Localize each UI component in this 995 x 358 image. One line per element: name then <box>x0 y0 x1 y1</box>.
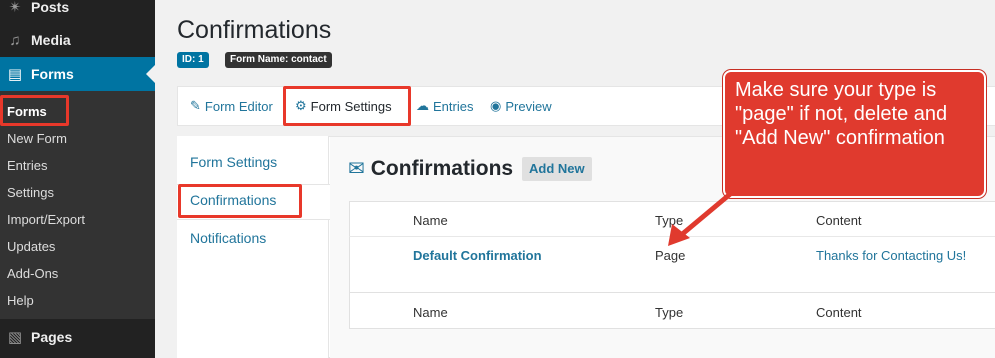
menu-pages-label: Pages <box>31 329 73 345</box>
current-menu-arrow <box>146 65 155 83</box>
footer-separator <box>349 292 995 293</box>
column-header-content[interactable]: Content <box>816 213 862 228</box>
submenu-item-import-export[interactable]: Import/Export <box>7 212 85 227</box>
confirmation-content: Thanks for Contacting Us! <box>816 248 967 263</box>
envelope-icon: ✉ <box>348 158 365 180</box>
toolbar-preview-label: Preview <box>505 98 552 114</box>
form-id-badge: ID: 1 <box>177 52 209 68</box>
section-title: ✉ Confirmations <box>348 156 513 181</box>
pin-icon: ✴ <box>8 0 22 16</box>
subnav-item-form-settings[interactable]: Form Settings <box>190 154 277 170</box>
forms-icon: ▤ <box>7 66 23 83</box>
submenu-item-settings[interactable]: Settings <box>7 185 54 200</box>
highlight-form-settings <box>283 86 411 126</box>
menu-media-label: Media <box>31 32 71 48</box>
eye-icon: ◉ <box>490 98 502 113</box>
menu-pages[interactable]: ▧ Pages <box>0 320 155 354</box>
menu-posts-label: Posts <box>31 0 70 15</box>
confirmation-name-link[interactable]: Default Confirmation <box>413 248 542 263</box>
form-name-badge: Form Name: contact <box>225 52 332 68</box>
menu-media[interactable]: ♫ Media <box>0 23 155 57</box>
submenu-item-add-ons[interactable]: Add-Ons <box>7 266 58 281</box>
toolbar-form-editor-label: Form Editor <box>204 98 273 114</box>
toolbar-preview[interactable]: ◉ Preview <box>490 98 552 114</box>
column-footer-type[interactable]: Type <box>655 305 683 320</box>
column-header-name[interactable]: Name <box>413 213 448 228</box>
confirmation-type: Page <box>655 248 686 263</box>
submenu-item-help[interactable]: Help <box>7 293 34 308</box>
page-title: Confirmations <box>177 16 332 44</box>
column-header-type[interactable]: Type <box>655 213 683 228</box>
submenu-item-updates[interactable]: Updates <box>7 239 55 254</box>
menu-posts[interactable]: ✴ Posts <box>0 0 155 24</box>
submenu-item-entries[interactable]: Entries <box>7 158 47 173</box>
header-separator <box>349 236 995 237</box>
comment-icon: ☁ <box>416 98 429 113</box>
admin-sidebar: ✴ Posts ♫ Media ▤ Forms Forms New Form E… <box>0 0 155 358</box>
column-footer-name[interactable]: Name <box>413 305 448 320</box>
annotation-callout: Make sure your type is "page" if not, de… <box>723 70 986 198</box>
menu-forms-label: Forms <box>31 66 74 82</box>
toolbar-entries-label: Entries <box>433 98 474 114</box>
add-new-button[interactable]: Add New <box>522 157 592 181</box>
edit-icon: ✎ <box>190 98 201 113</box>
media-icon: ♫ <box>9 31 21 49</box>
pages-icon: ▧ <box>7 329 23 346</box>
toolbar-entries[interactable]: ☁ Entries <box>416 98 473 114</box>
highlight-confirmations <box>178 184 302 218</box>
column-footer-content[interactable]: Content <box>816 305 862 320</box>
menu-forms[interactable]: ▤ Forms <box>0 57 155 91</box>
subnav-item-notifications[interactable]: Notifications <box>190 230 266 246</box>
submenu-item-new-form[interactable]: New Form <box>7 131 67 146</box>
toolbar-form-editor[interactable]: ✎ Form Editor <box>190 98 273 114</box>
section-title-label: Confirmations <box>370 156 514 180</box>
highlight-forms-submenu <box>0 95 69 126</box>
